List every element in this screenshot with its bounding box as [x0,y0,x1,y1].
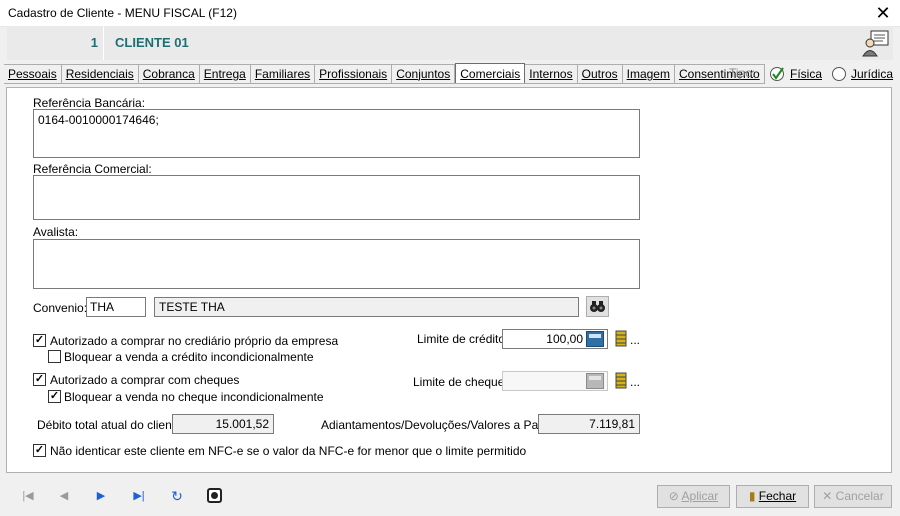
tab-familiares[interactable]: Familiares [251,65,316,84]
tab-conjuntos[interactable]: Conjuntos [392,65,456,84]
coins-cheque-icon[interactable] [614,371,628,389]
bloquear-cheque-label[interactable]: Bloquear a venda no cheque incondicional… [64,390,324,404]
debito-value: 15.001,52 [172,414,274,434]
binoculars-icon [590,301,605,312]
close-icon[interactable]: ✕ [866,0,900,27]
tab-profissionais[interactable]: Profissionais [315,65,393,84]
nfce-checkbox[interactable]: ✓ [33,444,46,457]
cheques-label[interactable]: Autorizado a comprar com cheques [50,373,239,387]
checkmark-icon: ✓ [34,334,45,346]
first-record-icon[interactable]: |◀ [19,487,37,505]
ref-bancaria-textarea[interactable]: 0164-0010000174646; [33,109,640,158]
checkmark-icon: ✓ [49,390,60,402]
radio-juridica-label[interactable]: Jurídica [851,67,893,81]
tab-strip: Pessoais Residenciais Cobranca Entrega Famil… [4,63,765,84]
client-header: 1 CLIENTE 01 [7,26,893,60]
cancelar-label: Cancelar [835,489,884,503]
ref-comercial-textarea[interactable] [33,175,640,220]
debito-label: Débito total atual do cliente: [37,418,186,432]
coins-stack-icon [615,372,627,389]
bloquear-credito-checkbox[interactable] [48,350,61,363]
convenio-label: Convenio: [33,301,88,315]
tab-comerciais[interactable]: Comerciais [455,63,526,83]
convenio-name-field: TESTE THA [154,297,579,317]
tab-entrega[interactable]: Entrega [200,65,251,84]
apply-icon: ⊘ [668,489,682,503]
client-number: 1 [90,35,98,50]
client-name: CLIENTE 01 [115,35,189,50]
cheques-checkbox[interactable]: ✓ [33,373,46,386]
limite-credito-more[interactable]: ... [630,333,640,347]
adiantamentos-label: Adiantamentos/Devoluções/Valores a Pagar… [321,418,559,432]
convenio-code-input[interactable]: THA [86,297,146,317]
avalista-label: Avalista: [33,225,79,239]
tab-outros[interactable]: Outros [578,65,623,84]
fechar-button[interactable]: ▮ Fechar [736,485,809,508]
adiantamentos-value: 7.119,81 [538,414,640,434]
checkmark-icon: ✓ [34,444,45,456]
cancelar-button[interactable]: ✕ Cancelar [814,485,892,508]
aplicar-button[interactable]: ⊘ Aplicar [657,485,730,508]
ref-bancaria-label: Referência Bancária: [33,96,146,110]
radio-fisica-label[interactable]: Física [790,67,822,81]
tab-residenciais[interactable]: Residenciais [62,65,139,84]
calculator-disabled-icon [586,373,604,389]
radio-fisica[interactable] [770,66,786,82]
search-convenio-button[interactable] [586,296,609,317]
fechar-label: Fechar [758,489,797,503]
cancel-icon: ✕ [822,489,836,503]
previous-record-icon[interactable]: ◀ [55,487,73,505]
limite-credito-label: Limite de crédito: [417,332,509,346]
tab-internos[interactable]: Internos [525,65,578,84]
radio-juridica[interactable] [832,67,846,81]
refresh-icon[interactable]: ↻ [168,487,186,505]
ref-comercial-label: Referência Comercial: [33,162,152,176]
crediario-checkbox[interactable]: ✓ [33,334,46,347]
tipo-label: Tipo: [729,66,756,80]
calculator-icon[interactable] [586,331,604,347]
check-icon [770,67,784,81]
avalista-textarea[interactable] [33,239,640,289]
tab-pessoais[interactable]: Pessoais [4,65,62,84]
header-divider [103,26,104,60]
coins-stack-icon [615,330,627,347]
tab-cobranca[interactable]: Cobranca [139,65,200,84]
bloquear-credito-label[interactable]: Bloquear a venda a crédito incondicional… [64,350,314,364]
next-record-icon[interactable]: ▶ [92,487,110,505]
limite-cheque-label: Limite de cheque: [413,375,508,389]
checkmark-icon: ✓ [34,373,45,385]
tab-imagem[interactable]: Imagem [623,65,675,84]
aplicar-label: Aplicar [681,489,719,503]
title-bar: Cadastro de Cliente - MENU FISCAL (F12) … [0,0,900,27]
door-icon: ▮ [748,489,759,503]
client-card-icon[interactable] [861,28,891,58]
limite-cheque-more[interactable]: ... [630,375,640,389]
record-icon[interactable] [207,488,222,503]
crediario-label[interactable]: Autorizado a comprar no crediário própri… [50,334,338,348]
bloquear-cheque-checkbox[interactable]: ✓ [48,390,61,403]
window-title: Cadastro de Cliente - MENU FISCAL (F12) [8,6,237,20]
last-record-icon[interactable]: ▶| [130,487,148,505]
nfce-label[interactable]: Não identicar este cliente em NFC-e se o… [50,444,526,458]
coins-icon[interactable] [614,329,628,347]
